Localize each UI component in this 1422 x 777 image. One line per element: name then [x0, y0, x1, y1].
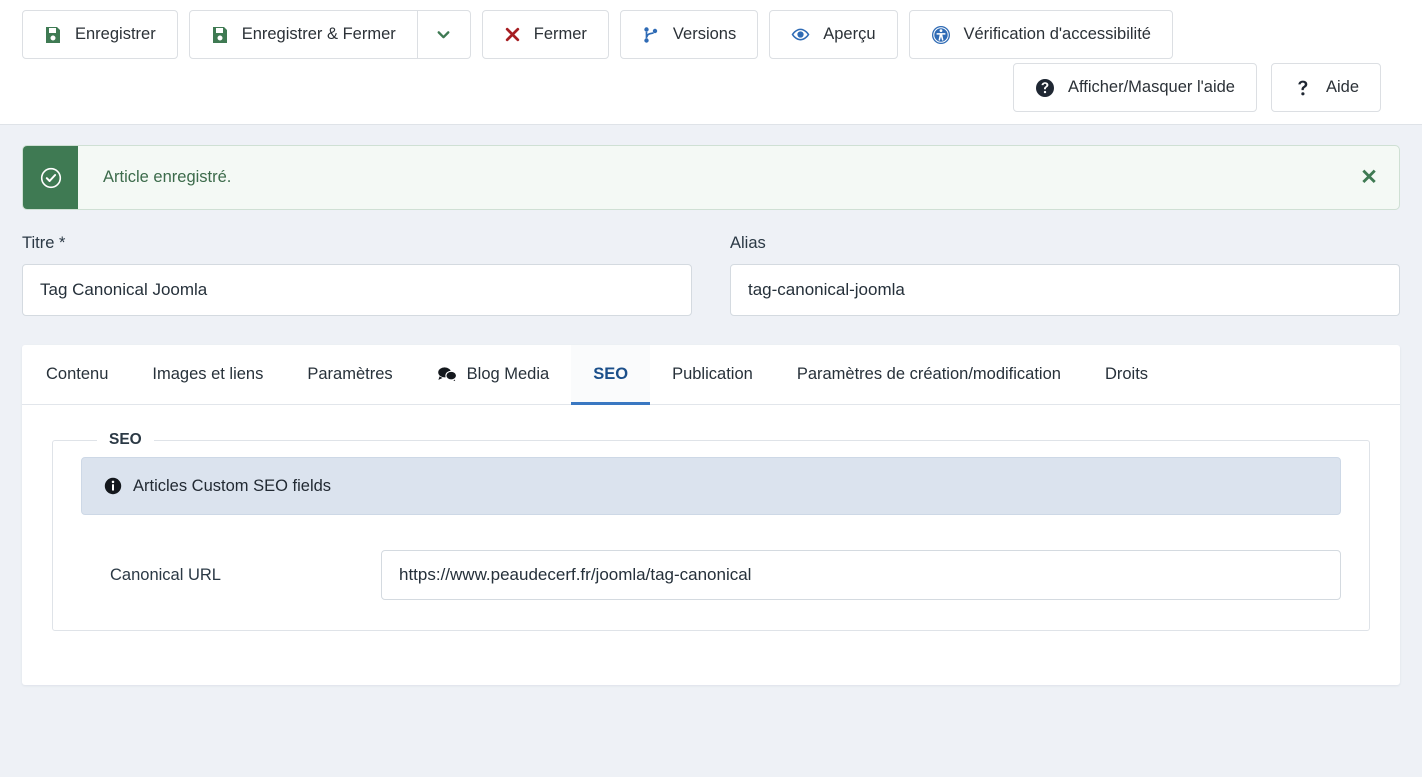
help-button[interactable]: Aide — [1270, 63, 1381, 112]
canonical-url-input[interactable] — [381, 550, 1341, 600]
check-circle-icon — [39, 166, 63, 190]
save-and-close-button[interactable]: Enregistrer & Fermer — [188, 10, 418, 59]
title-input[interactable] — [22, 264, 692, 316]
universal-access-icon — [931, 25, 951, 45]
comments-icon — [437, 366, 457, 383]
versions-button[interactable]: Versions — [619, 10, 759, 59]
save-icon — [44, 26, 62, 44]
tab-publication[interactable]: Publication — [650, 345, 775, 405]
save-button[interactable]: Enregistrer — [22, 10, 178, 59]
status-alert: Article enregistré. ✕ — [22, 145, 1400, 210]
question-circle-icon — [1035, 78, 1055, 98]
canonical-url-row: Canonical URL — [81, 550, 1341, 600]
code-branch-icon — [642, 26, 660, 44]
seo-fieldset: SEO Articles Custom SEO fields Canonical… — [52, 431, 1370, 631]
title-alias-row: Titre * Alias — [22, 234, 1400, 316]
tab-contenu-label: Contenu — [46, 365, 109, 383]
canonical-url-control — [381, 550, 1341, 600]
tab-parametres[interactable]: Paramètres — [285, 345, 414, 405]
help-button-label: Aide — [1325, 78, 1359, 96]
eye-icon — [791, 25, 810, 44]
toggle-help-button-label: Afficher/Masquer l'aide — [1067, 78, 1235, 96]
alias-label: Alias — [730, 234, 766, 252]
close-button-label: Fermer — [533, 25, 587, 43]
save-options-dropdown-toggle[interactable] — [417, 10, 471, 59]
tab-blog-media-label: Blog Media — [466, 365, 550, 383]
alert-close-button[interactable]: ✕ — [1339, 146, 1399, 209]
preview-button-label: Aperçu — [823, 25, 876, 43]
canonical-url-label: Canonical URL — [110, 565, 221, 584]
accessibility-check-button-label: Vérification d'accessibilité — [963, 25, 1152, 43]
save-and-close-button-label: Enregistrer & Fermer — [241, 25, 396, 43]
preview-button[interactable]: Aperçu — [769, 10, 898, 59]
tab-images-et-liens[interactable]: Images et liens — [130, 345, 285, 405]
seo-info-box: Articles Custom SEO fields — [81, 457, 1341, 515]
close-button[interactable]: Fermer — [481, 10, 609, 59]
seo-fieldset-legend: SEO — [109, 431, 142, 448]
tab-seo[interactable]: SEO — [571, 345, 651, 405]
seo-info-text: Articles Custom SEO fields — [133, 476, 332, 495]
tab-parametres-label: Paramètres — [307, 365, 393, 383]
article-edit-panel: Contenu Images et liens Paramètres Blog … — [22, 345, 1400, 685]
accessibility-check-button[interactable]: Vérification d'accessibilité — [908, 10, 1173, 59]
close-x-icon — [504, 26, 521, 43]
info-circle-icon — [104, 477, 122, 495]
toggle-help-button[interactable]: Afficher/Masquer l'aide — [1012, 63, 1257, 112]
tab-images-et-liens-label: Images et liens — [152, 365, 264, 383]
tab-publication-label: Publication — [672, 365, 753, 383]
page-body: Article enregistré. ✕ Titre * Alias Cont… — [0, 145, 1422, 685]
toolbar-secondary-row: Afficher/Masquer l'aide Aide — [0, 59, 1422, 124]
save-and-close-group: Enregistrer & Fermer — [188, 10, 471, 59]
tab-bar: Contenu Images et liens Paramètres Blog … — [22, 345, 1400, 405]
tab-blog-media[interactable]: Blog Media — [415, 345, 572, 405]
question-mark-icon — [1293, 78, 1313, 98]
versions-button-label: Versions — [672, 25, 737, 43]
chevron-down-icon — [435, 26, 452, 43]
toolbar-primary-row: Enregistrer Enregistrer & Fermer Fermer — [0, 0, 1422, 59]
save-icon — [211, 26, 229, 44]
title-label: Titre * — [22, 234, 66, 252]
tab-parametres-creation-modification[interactable]: Paramètres de création/modification — [775, 345, 1083, 405]
tab-panel-seo: SEO Articles Custom SEO fields Canonical… — [22, 405, 1400, 685]
toolbar: Enregistrer Enregistrer & Fermer Fermer — [0, 0, 1422, 125]
tab-droits[interactable]: Droits — [1083, 345, 1170, 405]
alias-input[interactable] — [730, 264, 1400, 316]
tab-parametres-creation-modification-label: Paramètres de création/modification — [796, 365, 1061, 383]
title-field-group: Titre * — [22, 234, 692, 316]
alert-icon-column — [23, 146, 78, 209]
alias-field-group: Alias — [730, 234, 1400, 316]
alert-message: Article enregistré. — [103, 168, 232, 186]
tab-contenu[interactable]: Contenu — [24, 345, 130, 405]
save-button-label: Enregistrer — [75, 25, 156, 43]
tab-seo-label: SEO — [593, 365, 629, 383]
tab-droits-label: Droits — [1104, 365, 1149, 383]
